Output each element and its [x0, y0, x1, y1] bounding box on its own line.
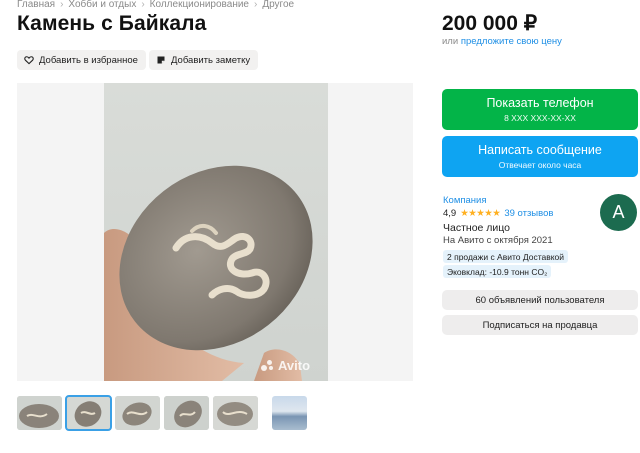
- avatar[interactable]: А: [600, 194, 637, 231]
- breadcrumb-item-home[interactable]: Главная: [17, 0, 55, 10]
- seller-listings-button[interactable]: 60 объявлений пользователя: [442, 290, 638, 310]
- page-title: Камень с Байкала: [17, 12, 207, 35]
- photo-gallery[interactable]: Avito: [17, 83, 413, 381]
- offer-price-link[interactable]: предложите свою цену: [461, 36, 562, 47]
- chevron-right-icon: ›: [141, 0, 145, 10]
- thumbnail-strip: [17, 395, 307, 431]
- avito-logo-icon: [261, 359, 275, 372]
- thumbnail[interactable]: [17, 396, 62, 430]
- eco-badge: Эковклад: -10.9 тонн CO₂: [443, 265, 552, 278]
- add-note-button[interactable]: Добавить заметку: [149, 50, 259, 70]
- star-rating-icon: ★★★★★: [460, 208, 501, 219]
- price-offer-line: или предложите свою цену: [442, 36, 562, 47]
- heart-icon: [24, 55, 34, 65]
- seller-name[interactable]: Частное лицо: [443, 222, 510, 234]
- avito-watermark-text: Avito: [278, 358, 311, 373]
- add-to-favorites-button[interactable]: Добавить в избранное: [17, 50, 146, 70]
- reviews-link[interactable]: 39 отзывов: [504, 208, 553, 219]
- breadcrumb-item-collecting[interactable]: Коллекционирование: [150, 0, 249, 10]
- thumbnail[interactable]: [164, 396, 209, 430]
- avito-watermark: Avito: [261, 358, 310, 373]
- chevron-right-icon: ›: [253, 0, 258, 10]
- rating-value: 4,9: [443, 208, 457, 219]
- seller-type-link[interactable]: Компания: [443, 195, 486, 206]
- note-icon: [156, 55, 166, 65]
- add-note-label: Добавить заметку: [171, 54, 251, 66]
- delivery-sales-badge: 2 продажи с Авито Доставкой: [443, 250, 569, 263]
- add-to-favorites-label: Добавить в избранное: [39, 54, 138, 66]
- chevron-right-icon: ›: [60, 0, 64, 10]
- breadcrumb: Главная › Хобби и отдых › Коллекциониров…: [17, 0, 294, 10]
- write-message-button[interactable]: Написать сообщение Отвечает около часа: [442, 136, 638, 177]
- breadcrumb-item-hobby[interactable]: Хобби и отдых: [68, 0, 136, 10]
- thumbnail-landscape[interactable]: [272, 396, 307, 430]
- price-or-text: или: [442, 36, 459, 47]
- write-message-label: Написать сообщение: [478, 143, 602, 157]
- phone-masked: 8 ХХХ ХХХ-ХХ-ХХ: [504, 113, 576, 123]
- show-phone-label: Показать телефон: [486, 96, 594, 110]
- show-phone-button[interactable]: Показать телефон 8 ХХХ ХХХ-ХХ-ХХ: [442, 89, 638, 130]
- seller-rating: 4,9 ★★★★★ 39 отзывов: [443, 208, 553, 219]
- thumbnail-selected[interactable]: [65, 395, 112, 431]
- seller-since: На Авито с октября 2021: [443, 235, 553, 246]
- breadcrumb-item-other[interactable]: Другое: [262, 0, 294, 10]
- thumbnail[interactable]: [213, 396, 258, 430]
- thumbnail[interactable]: [115, 396, 160, 430]
- price: 200 000 ₽: [442, 12, 538, 35]
- main-photo: [104, 83, 328, 381]
- response-time: Отвечает около часа: [498, 160, 582, 170]
- subscribe-seller-button[interactable]: Подписаться на продавца: [442, 315, 638, 335]
